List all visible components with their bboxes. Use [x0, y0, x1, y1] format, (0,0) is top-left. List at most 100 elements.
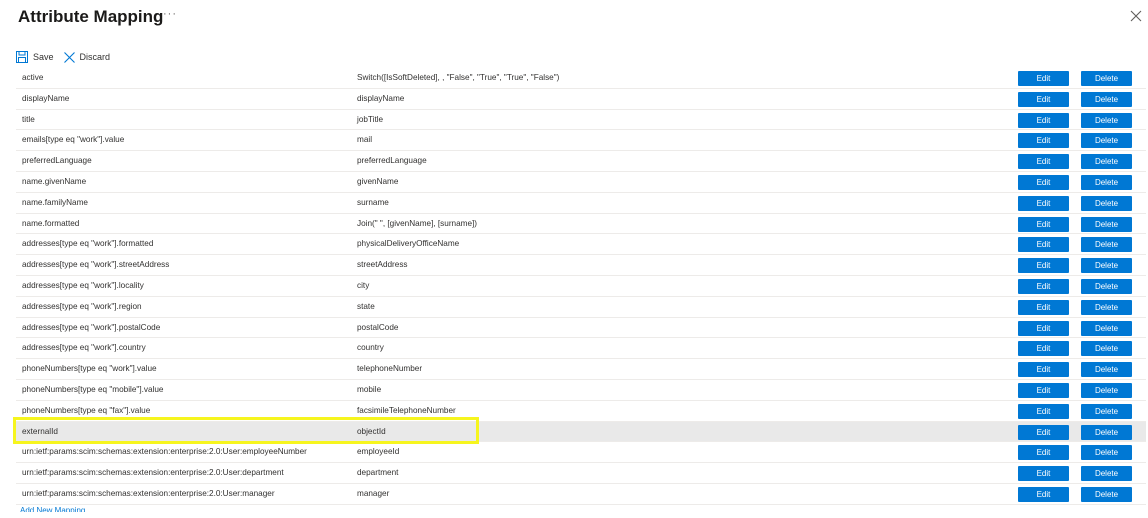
table-row[interactable]: name.familyName surname Edit Delete	[16, 193, 1146, 214]
table-row[interactable]: preferredLanguage preferredLanguage Edit De…	[16, 151, 1146, 172]
source-attribute: objectId	[357, 426, 386, 436]
table-row[interactable]: phoneNumbers[type eq "mobile"].value mobi…	[16, 380, 1146, 401]
target-attribute: displayName	[22, 93, 70, 103]
table-row[interactable]: externalId objectId Edit Delete	[16, 421, 1146, 443]
edit-button[interactable]: Edit	[1018, 320, 1069, 336]
edit-button[interactable]: Edit	[1018, 424, 1069, 440]
target-attribute: urn:ietf:params:scim:schemas:extension:e…	[22, 447, 307, 457]
delete-button[interactable]: Delete	[1081, 382, 1132, 398]
target-attribute: emails[type eq "work"].value	[22, 135, 125, 145]
discard-button[interactable]: Discard	[63, 51, 110, 63]
delete-button[interactable]: Delete	[1081, 237, 1132, 253]
edit-button[interactable]: Edit	[1018, 174, 1069, 190]
source-attribute: telephoneNumber	[357, 364, 423, 374]
delete-button[interactable]: Delete	[1081, 424, 1132, 440]
edit-button[interactable]: Edit	[1018, 466, 1069, 482]
table-row[interactable]: title jobTitle Edit Delete	[16, 110, 1146, 131]
save-button[interactable]: Save	[16, 51, 54, 63]
delete-button[interactable]: Delete	[1081, 195, 1132, 211]
source-attribute: city	[357, 280, 370, 290]
delete-button[interactable]: Delete	[1081, 362, 1132, 378]
delete-button[interactable]: Delete	[1081, 320, 1132, 336]
delete-button[interactable]: Delete	[1081, 278, 1132, 294]
source-attribute: state	[357, 301, 375, 311]
target-attribute: name.familyName	[22, 197, 88, 207]
edit-button[interactable]: Edit	[1018, 91, 1069, 107]
target-attribute: active	[22, 73, 44, 82]
source-attribute: mobile	[357, 384, 382, 394]
add-new-mapping-link[interactable]: Add New Mapping	[20, 504, 85, 512]
delete-button[interactable]: Delete	[1081, 403, 1132, 419]
target-attribute: addresses[type eq "work"].formatted	[22, 239, 154, 249]
delete-button[interactable]: Delete	[1081, 258, 1132, 274]
delete-button[interactable]: Delete	[1081, 91, 1132, 107]
edit-button[interactable]: Edit	[1018, 216, 1069, 232]
source-attribute: facsimileTelephoneNumber	[357, 405, 456, 415]
edit-button[interactable]: Edit	[1018, 299, 1069, 315]
edit-button[interactable]: Edit	[1018, 382, 1069, 398]
source-attribute: postalCode	[357, 322, 399, 332]
table-row[interactable]: active Switch([IsSoftDeleted], , "False",…	[16, 68, 1146, 89]
table-row[interactable]: addresses[type eq "work"].streetAddress s…	[16, 255, 1146, 276]
target-attribute: addresses[type eq "work"].country	[22, 343, 146, 353]
table-row[interactable]: urn:ietf:params:scim:schemas:extension:e…	[16, 442, 1146, 464]
table-row[interactable]: displayName displayName Edit Delete	[16, 89, 1146, 110]
edit-button[interactable]: Edit	[1018, 154, 1069, 170]
source-attribute: preferredLanguage	[357, 156, 427, 166]
edit-button[interactable]: Edit	[1018, 237, 1069, 253]
delete-button[interactable]: Delete	[1081, 466, 1132, 482]
table-row[interactable]: phoneNumbers[type eq "fax"].value facsimi…	[16, 401, 1146, 422]
edit-button[interactable]: Edit	[1018, 486, 1069, 502]
edit-button[interactable]: Edit	[1018, 445, 1069, 461]
table-row[interactable]: name.formatted Join(" ", [givenName], [su…	[16, 214, 1146, 235]
target-attribute: addresses[type eq "work"].locality	[22, 280, 144, 290]
delete-button[interactable]: Delete	[1081, 486, 1132, 502]
delete-button[interactable]: Delete	[1081, 174, 1132, 190]
delete-button[interactable]: Delete	[1081, 216, 1132, 232]
delete-button[interactable]: Delete	[1081, 299, 1132, 315]
table-row[interactable]: emails[type eq "work"].value mail Edit Dele…	[16, 130, 1146, 152]
source-attribute: streetAddress	[357, 260, 408, 270]
source-attribute: surname	[357, 197, 389, 207]
source-attribute: physicalDeliveryOfficeName	[357, 239, 460, 249]
table-row[interactable]: addresses[type eq "work"].formatted physi…	[16, 234, 1146, 256]
target-attribute: externalId	[22, 426, 58, 436]
page-title: Attribute Mapping	[18, 7, 164, 26]
edit-button[interactable]: Edit	[1018, 362, 1069, 378]
target-attribute: name.formatted	[22, 218, 80, 228]
edit-button[interactable]: Edit	[1018, 341, 1069, 357]
edit-button[interactable]: Edit	[1018, 133, 1069, 149]
delete-button[interactable]: Delete	[1081, 71, 1132, 86]
table-row[interactable]: addresses[type eq "work"].country country…	[16, 338, 1146, 360]
table-row[interactable]: name.givenName givenName Edit Delete	[16, 172, 1146, 193]
delete-button[interactable]: Delete	[1081, 133, 1132, 149]
edit-button[interactable]: Edit	[1018, 71, 1069, 86]
edit-button[interactable]: Edit	[1018, 403, 1069, 419]
target-attribute: urn:ietf:params:scim:schemas:extension:e…	[22, 488, 275, 498]
table-row[interactable]: addresses[type eq "work"].region state Edi…	[16, 297, 1146, 318]
table-row[interactable]: addresses[type eq "work"].postalCode post…	[16, 318, 1146, 339]
source-attribute: givenName	[357, 176, 399, 186]
target-attribute: addresses[type eq "work"].region	[22, 301, 142, 311]
source-attribute: manager	[357, 488, 390, 498]
delete-button[interactable]: Delete	[1081, 154, 1132, 170]
delete-button[interactable]: Delete	[1081, 341, 1132, 357]
table-row[interactable]: phoneNumbers[type eq "work"].value teleph…	[16, 359, 1146, 380]
table-row[interactable]: urn:ietf:params:scim:schemas:extension:e…	[16, 463, 1146, 484]
delete-button[interactable]: Delete	[1081, 112, 1132, 128]
target-attribute: preferredLanguage	[22, 156, 92, 166]
discard-icon	[63, 51, 75, 63]
source-attribute: displayName	[357, 93, 405, 103]
close-icon[interactable]	[1130, 10, 1142, 22]
edit-button[interactable]: Edit	[1018, 278, 1069, 294]
blade-header: Attribute Mapping ···	[0, 0, 1148, 40]
source-attribute: mail	[357, 135, 373, 145]
delete-button[interactable]: Delete	[1081, 445, 1132, 461]
more-options-icon[interactable]: ···	[163, 8, 177, 20]
source-attribute: country	[357, 343, 384, 353]
edit-button[interactable]: Edit	[1018, 258, 1069, 274]
edit-button[interactable]: Edit	[1018, 112, 1069, 128]
edit-button[interactable]: Edit	[1018, 195, 1069, 211]
table-row[interactable]: addresses[type eq "work"].locality city Ed…	[16, 276, 1146, 297]
table-row[interactable]: urn:ietf:params:scim:schemas:extension:e…	[16, 484, 1146, 505]
